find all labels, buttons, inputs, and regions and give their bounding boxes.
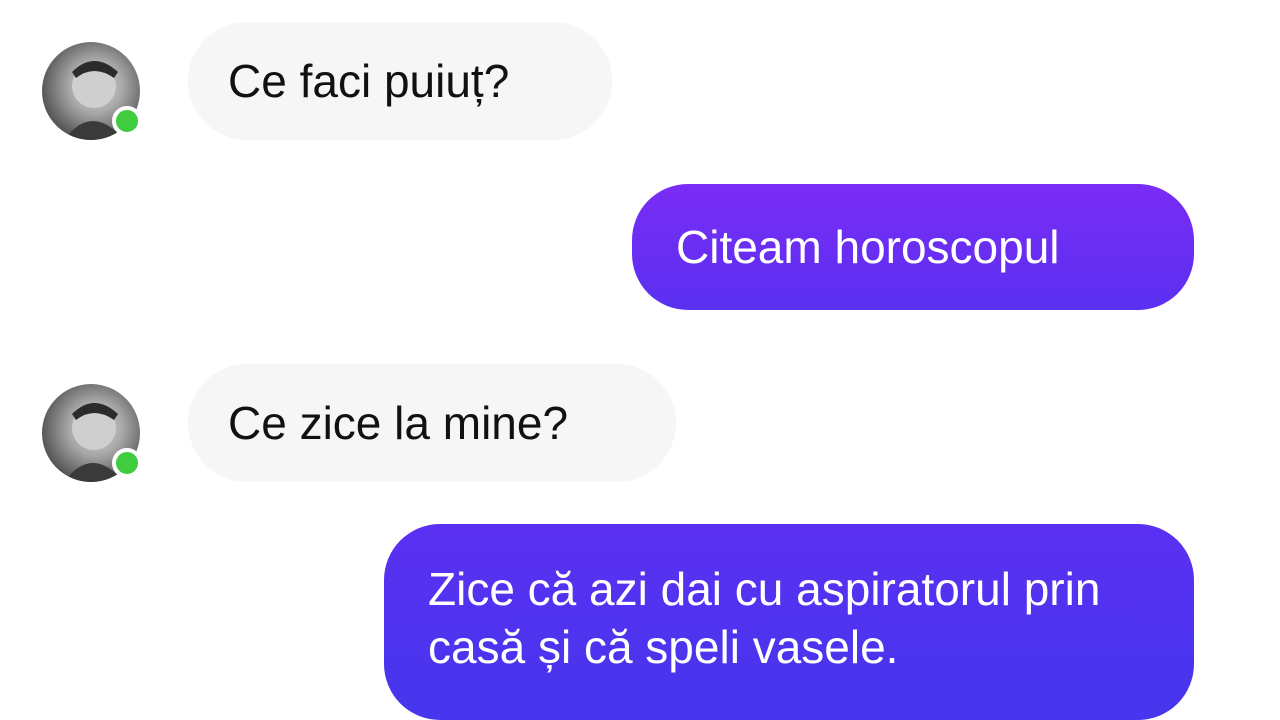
message-text: Zice că azi dai cu aspiratorul prin casă… <box>428 563 1101 673</box>
message-bubble-outgoing[interactable]: Citeam horoscopul <box>632 184 1194 310</box>
message-text: Ce faci puiuț? <box>228 55 510 107</box>
online-status-icon <box>112 448 142 478</box>
chat-thread: Ce faci puiuț? Citeam horoscopul Ce zice… <box>0 0 1280 720</box>
contact-avatar[interactable] <box>42 42 142 140</box>
online-status-icon <box>112 106 142 136</box>
message-bubble-outgoing[interactable]: Zice că azi dai cu aspiratorul prin casă… <box>384 524 1194 720</box>
message-bubble-incoming[interactable]: Ce faci puiuț? <box>188 22 612 140</box>
message-text: Citeam horoscopul <box>676 221 1060 273</box>
message-text: Ce zice la mine? <box>228 397 569 449</box>
contact-avatar[interactable] <box>42 384 142 482</box>
message-bubble-incoming[interactable]: Ce zice la mine? <box>188 364 676 482</box>
